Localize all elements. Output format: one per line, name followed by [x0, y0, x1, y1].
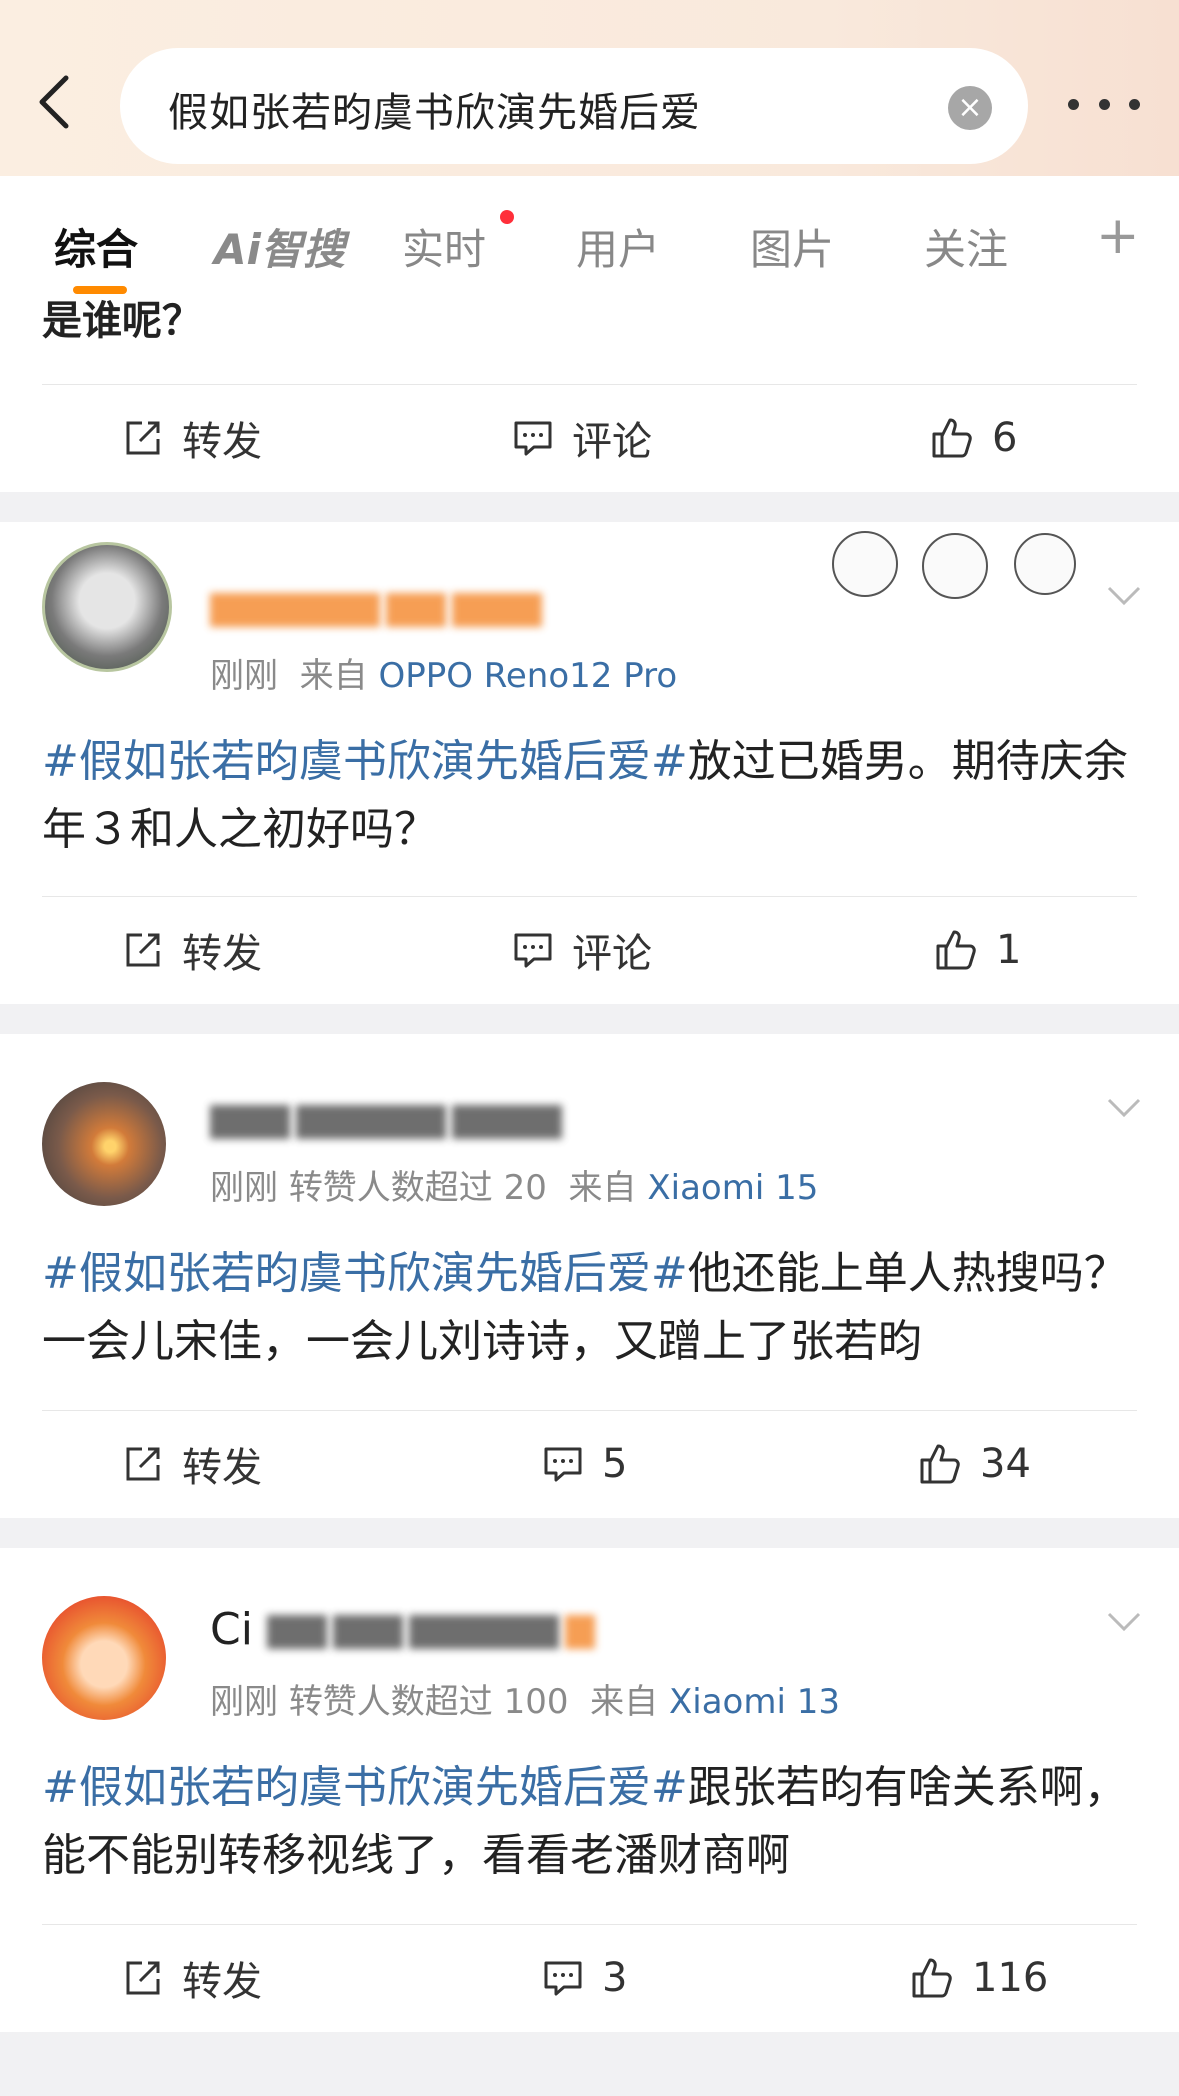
post-stat: 转赞人数超过 20 — [288, 1168, 547, 1208]
post-actions: 转发 评论 6 — [42, 384, 1137, 493]
tab-following[interactable]: 关注 — [924, 216, 1008, 277]
username-visible: Ci — [210, 1604, 253, 1655]
avatar[interactable] — [42, 1082, 166, 1206]
post-source[interactable]: Xiaomi 13 — [669, 1682, 840, 1722]
comment-icon — [514, 933, 552, 968]
comment-label: 评论 — [572, 931, 652, 977]
repost-icon — [126, 1447, 160, 1481]
top-bar: 假如张若昀虞书欣演先婚后爱 × — [0, 0, 1179, 176]
comment-label: 评论 — [572, 419, 652, 465]
repost-icon — [126, 1961, 160, 1995]
comment-button[interactable]: 5 — [542, 1439, 627, 1489]
tab-comprehensive[interactable]: 综合 — [54, 216, 138, 277]
post-stat: 转赞人数超过 100 — [288, 1682, 569, 1722]
repost-button[interactable]: 转发 — [122, 1439, 262, 1491]
like-count: 6 — [992, 415, 1018, 461]
tab-add-button[interactable]: + — [1096, 206, 1140, 266]
comment-count: 3 — [602, 1955, 628, 2001]
tab-images[interactable]: 图片 — [750, 216, 834, 277]
repost-button[interactable]: 转发 — [122, 413, 262, 465]
like-button[interactable]: 1 — [934, 925, 1021, 975]
post-card: Ci 刚刚 转赞人数超过 100 来自 Xiaomi 13 #假如张若昀虞书欣演… — [0, 1548, 1179, 2032]
clear-icon[interactable]: × — [948, 86, 992, 130]
hashtag-link[interactable]: #假如张若昀虞书欣演先婚后爱# — [42, 1248, 688, 1299]
repost-icon — [126, 933, 160, 967]
hashtag-link[interactable]: #假如张若昀虞书欣演先婚后爱# — [42, 736, 688, 787]
like-icon — [912, 1958, 952, 1998]
post-actions: 转发 5 34 — [42, 1410, 1137, 1519]
hashtag-link[interactable]: #假如张若昀虞书欣演先婚后爱# — [42, 1762, 688, 1813]
sticker-icon — [832, 531, 1076, 599]
post-time: 刚刚 — [210, 656, 278, 696]
source-prefix: 来自 — [568, 1168, 637, 1208]
post-source[interactable]: Xiaomi 15 — [647, 1168, 818, 1208]
repost-button[interactable]: 转发 — [122, 1953, 262, 2005]
like-button[interactable]: 116 — [910, 1953, 1048, 2003]
tab-realtime[interactable]: 实时 — [402, 216, 486, 277]
comment-button[interactable]: 评论 — [512, 413, 652, 465]
like-button[interactable]: 34 — [918, 1439, 1031, 1489]
like-icon — [920, 1444, 960, 1484]
username[interactable]: Ci — [210, 1604, 601, 1655]
post-card: 刚刚 转赞人数超过 20 来自 Xiaomi 15 #假如张若昀虞书欣演先婚后爱… — [0, 1034, 1179, 1518]
avatar[interactable] — [42, 1596, 166, 1720]
post-text: 是谁呢？ — [42, 298, 202, 344]
like-icon — [932, 418, 972, 458]
search-query[interactable]: 假如张若昀虞书欣演先婚后爱 — [168, 80, 701, 138]
comment-icon — [544, 1447, 582, 1482]
like-icon — [936, 930, 976, 970]
comment-button[interactable]: 评论 — [512, 925, 652, 977]
repost-label: 转发 — [182, 931, 262, 977]
post-time: 刚刚 — [210, 1168, 278, 1208]
like-count: 34 — [980, 1441, 1031, 1487]
post-content: #假如张若昀虞书欣演先婚后爱#跟张若昀有啥关系啊，能不能别转移视线了，看看老潘财… — [42, 1754, 1142, 1890]
repost-label: 转发 — [182, 1959, 262, 2005]
repost-button[interactable]: 转发 — [122, 925, 262, 977]
post-card: 刚刚 来自 OPPO Reno12 Pro #假如张若昀虞书欣演先婚后爱#放过已… — [0, 522, 1179, 1004]
post-source[interactable]: OPPO Reno12 Pro — [378, 656, 677, 696]
source-prefix: 来自 — [299, 656, 368, 696]
tab-users[interactable]: 用户 — [576, 216, 660, 277]
like-count: 116 — [972, 1955, 1049, 2001]
comment-icon — [514, 421, 552, 456]
back-icon[interactable] — [32, 72, 76, 132]
repost-icon — [126, 421, 160, 455]
post-meta: 刚刚 转赞人数超过 20 来自 Xiaomi 15 — [210, 1160, 818, 1209]
repost-label: 转发 — [182, 1445, 262, 1491]
realtime-badge-dot — [500, 210, 514, 224]
search-input[interactable]: 假如张若昀虞书欣演先婚后爱 × — [120, 48, 1028, 164]
source-prefix: 来自 — [590, 1682, 659, 1722]
comment-count: 5 — [602, 1441, 628, 1487]
avatar[interactable] — [42, 542, 172, 672]
comment-icon — [544, 1961, 582, 1996]
username-obscured[interactable] — [210, 1094, 568, 1145]
post-actions: 转发 评论 1 — [42, 896, 1137, 1005]
post-content: #假如张若昀虞书欣演先婚后爱#放过已婚男。期待庆余年３和人之初好吗？ — [42, 728, 1142, 864]
like-button[interactable]: 6 — [930, 413, 1017, 463]
repost-label: 转发 — [182, 419, 262, 465]
post-time: 刚刚 — [210, 1682, 278, 1722]
chevron-down-icon[interactable] — [1107, 1098, 1141, 1118]
post-meta: 刚刚 转赞人数超过 100 来自 Xiaomi 13 — [210, 1674, 840, 1723]
post-actions: 转发 3 116 — [42, 1924, 1137, 2033]
comment-button[interactable]: 3 — [542, 1953, 627, 2003]
username-obscured[interactable] — [210, 582, 548, 633]
chevron-down-icon[interactable] — [1107, 586, 1141, 606]
tab-ai-search[interactable]: Ai智搜 — [214, 216, 345, 277]
post-content: #假如张若昀虞书欣演先婚后爱#他还能上单人热搜吗？一会儿宋佳，一会儿刘诗诗，又蹭… — [42, 1240, 1142, 1376]
like-count: 1 — [996, 927, 1022, 973]
chevron-down-icon[interactable] — [1107, 1612, 1141, 1632]
more-icon[interactable] — [1068, 84, 1140, 124]
post-meta: 刚刚 来自 OPPO Reno12 Pro — [210, 648, 677, 697]
post-card-partial: 是谁呢？ 转发 评论 6 — [0, 298, 1179, 493]
